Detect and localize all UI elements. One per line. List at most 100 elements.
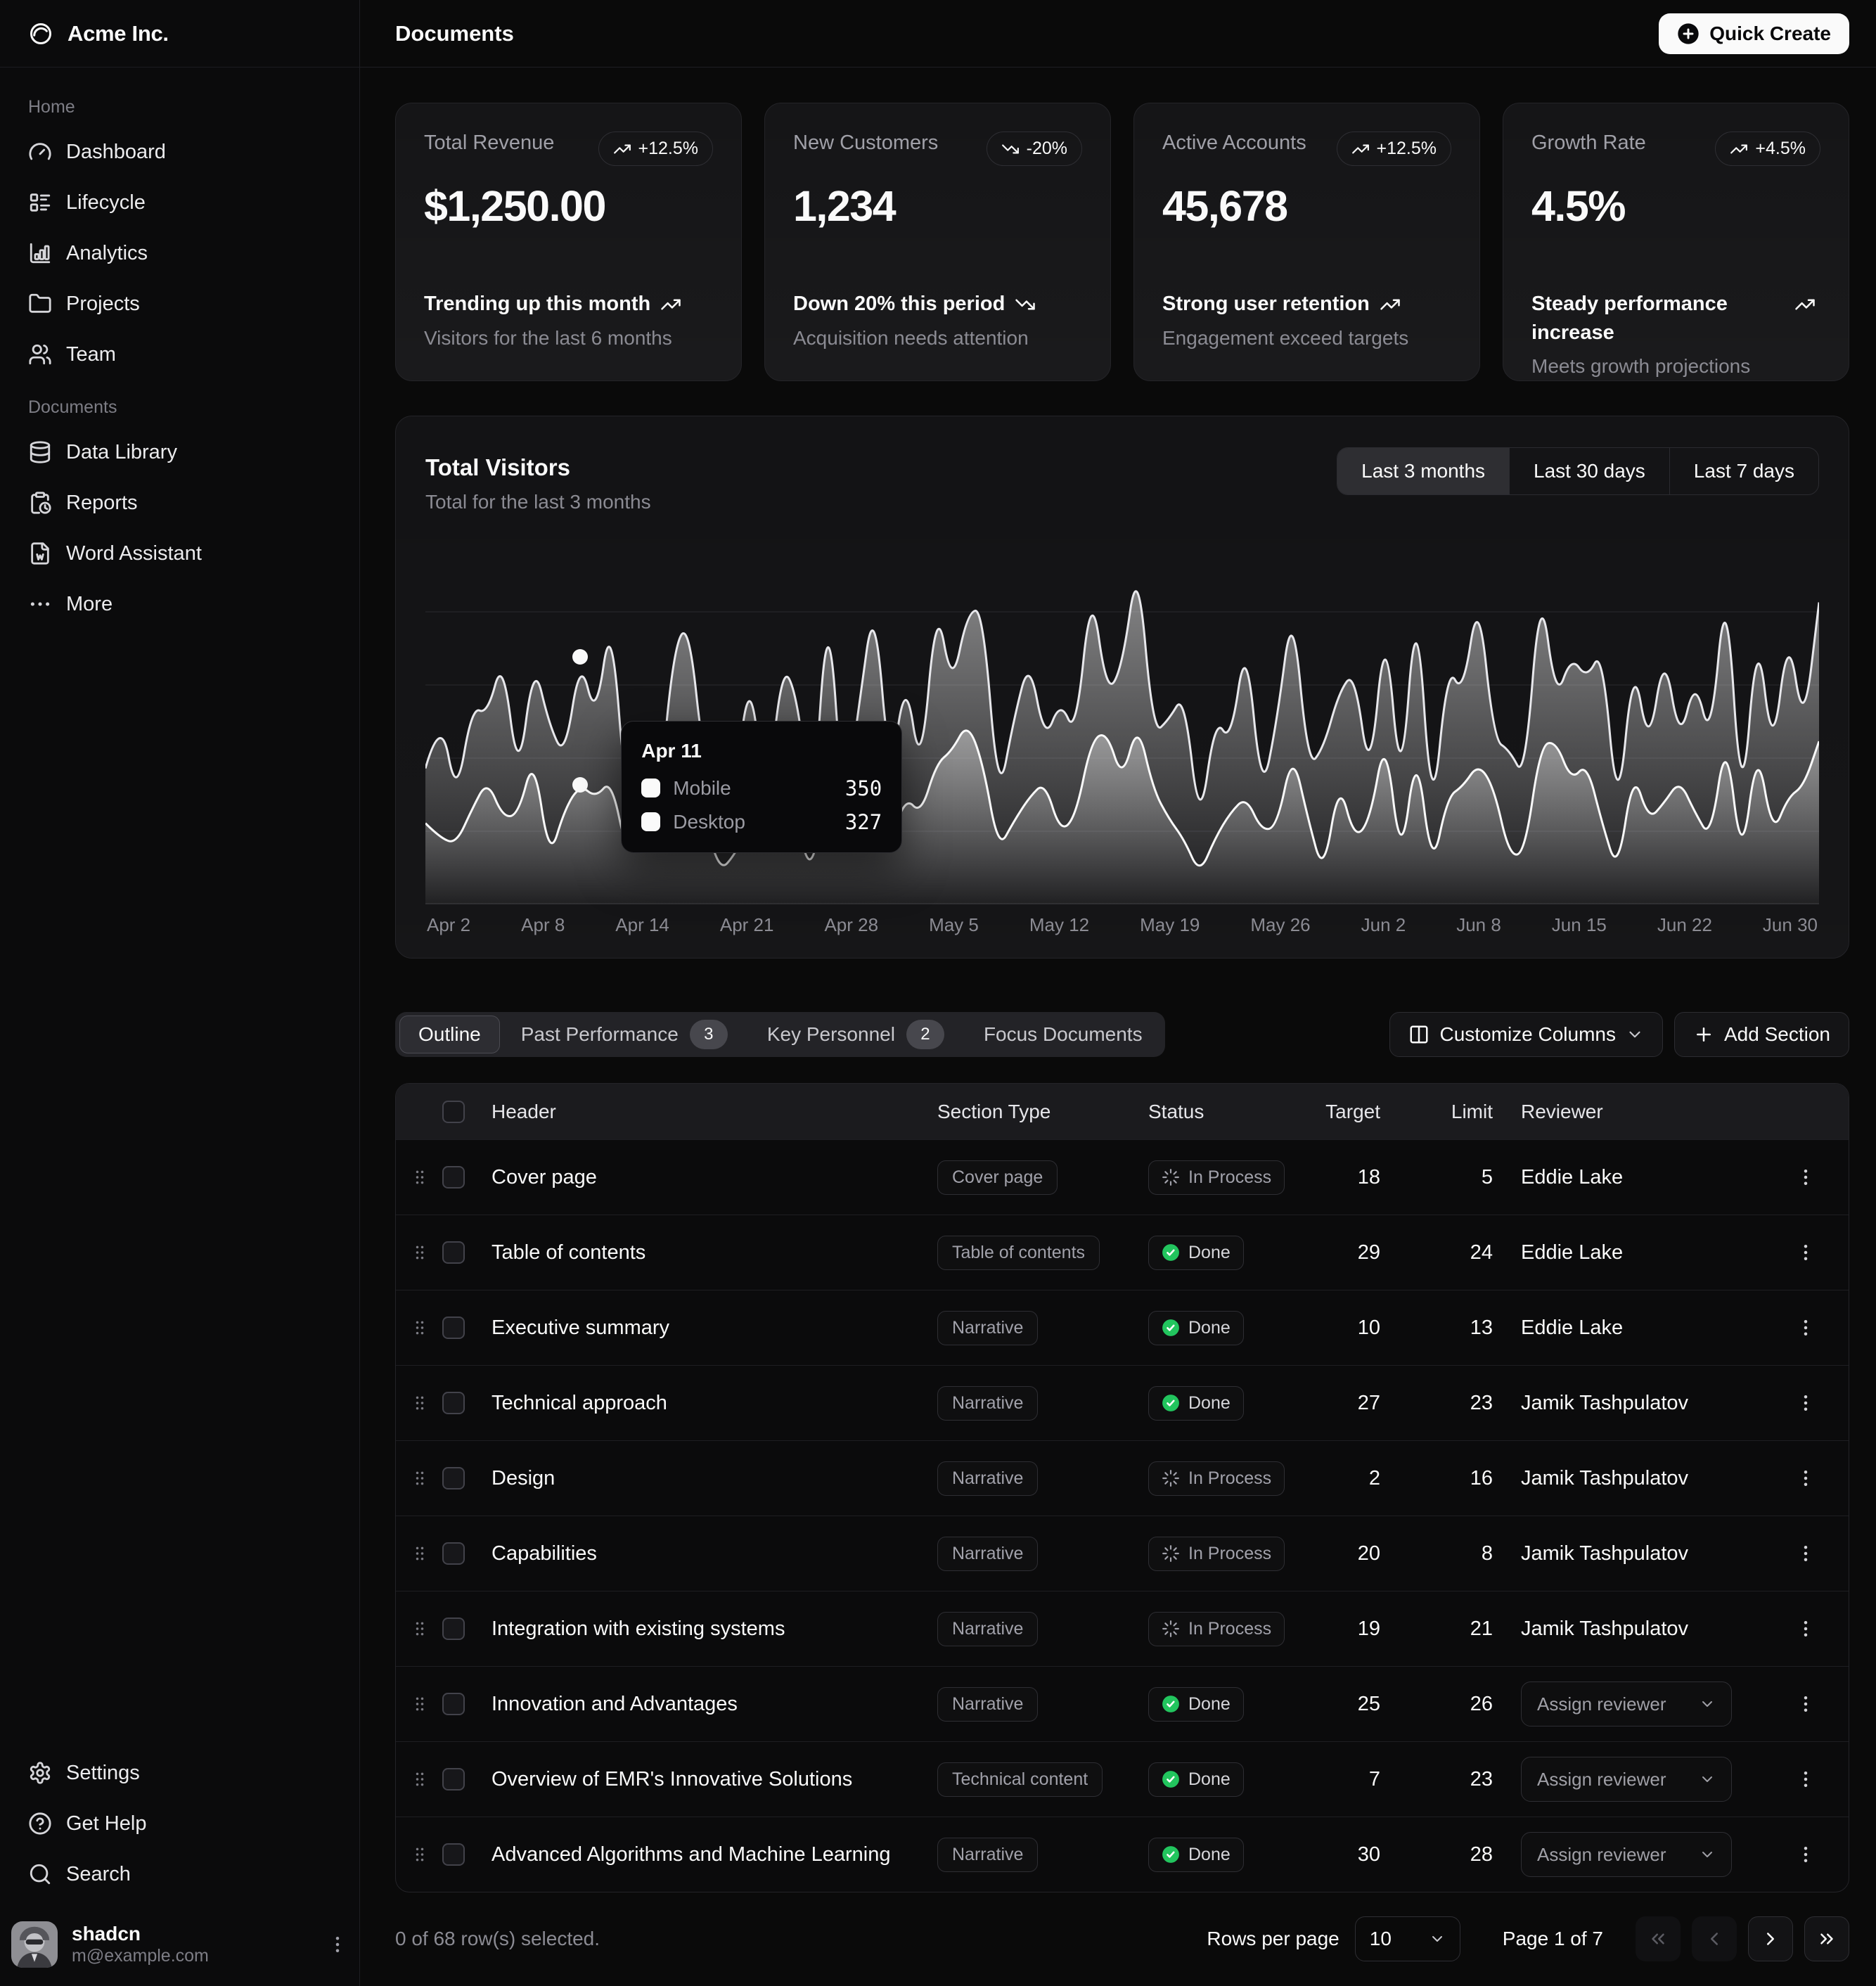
last-page-button[interactable] bbox=[1804, 1916, 1849, 1961]
sidebar-item-analytics[interactable]: Analytics bbox=[17, 230, 342, 276]
drag-handle-icon[interactable] bbox=[410, 1393, 430, 1413]
status-badge: Done bbox=[1148, 1838, 1244, 1872]
next-page-button[interactable] bbox=[1748, 1916, 1793, 1961]
row-header[interactable]: Innovation and Advantages bbox=[492, 1693, 738, 1716]
chevron-down-icon bbox=[1699, 1771, 1716, 1788]
status-badge: In Process bbox=[1148, 1612, 1285, 1646]
select-all-checkbox[interactable] bbox=[442, 1101, 465, 1123]
row-checkbox[interactable] bbox=[442, 1693, 465, 1715]
trend-badge: +4.5% bbox=[1715, 132, 1820, 166]
row-actions-kebab-icon[interactable] bbox=[1795, 1618, 1816, 1639]
row-actions-kebab-icon[interactable] bbox=[1795, 1167, 1816, 1188]
x-tick-label: Jun 2 bbox=[1361, 914, 1406, 936]
range-option-last-30-days[interactable]: Last 30 days bbox=[1509, 448, 1669, 494]
row-header[interactable]: Overview of EMR's Innovative Solutions bbox=[492, 1768, 852, 1791]
row-checkbox[interactable] bbox=[442, 1316, 465, 1339]
previous-page-button[interactable] bbox=[1692, 1916, 1737, 1961]
chart-plot-area[interactable]: Apr 11 Mobile350Desktop327 bbox=[425, 539, 1819, 904]
row-header[interactable]: Table of contents bbox=[492, 1241, 645, 1264]
row-limit: 5 bbox=[1408, 1166, 1521, 1189]
range-option-last-7-days[interactable]: Last 7 days bbox=[1669, 448, 1818, 494]
row-header[interactable]: Design bbox=[492, 1467, 555, 1490]
trend-down-icon bbox=[1001, 140, 1020, 158]
row-checkbox[interactable] bbox=[442, 1542, 465, 1565]
assign-reviewer-select[interactable]: Assign reviewer bbox=[1521, 1681, 1732, 1726]
stat-card-total-revenue: Total Revenue+12.5%$1,250.00Trending up … bbox=[395, 103, 742, 381]
range-option-last-3-months[interactable]: Last 3 months bbox=[1337, 448, 1509, 494]
stat-card-value: 4.5% bbox=[1531, 181, 1820, 231]
sidebar-item-get-help[interactable]: Get Help bbox=[17, 1800, 342, 1847]
more-dots-icon bbox=[28, 592, 52, 616]
customize-columns-button[interactable]: Customize Columns bbox=[1389, 1012, 1663, 1057]
drag-handle-icon[interactable] bbox=[410, 1845, 430, 1864]
sidebar-item-word-assistant[interactable]: Word Assistant bbox=[17, 530, 342, 577]
row-actions-kebab-icon[interactable] bbox=[1795, 1242, 1816, 1263]
row-target: 20 bbox=[1324, 1542, 1408, 1565]
row-checkbox[interactable] bbox=[442, 1166, 465, 1189]
drag-handle-icon[interactable] bbox=[410, 1468, 430, 1488]
tab-key-personnel[interactable]: Key Personnel2 bbox=[749, 1016, 963, 1053]
drag-handle-icon[interactable] bbox=[410, 1167, 430, 1187]
quick-create-button[interactable]: Quick Create bbox=[1659, 13, 1849, 54]
row-header[interactable]: Cover page bbox=[492, 1166, 597, 1189]
row-header[interactable]: Integration with existing systems bbox=[492, 1617, 785, 1641]
tab-past-performance[interactable]: Past Performance3 bbox=[503, 1016, 746, 1053]
row-checkbox[interactable] bbox=[442, 1467, 465, 1490]
row-checkbox[interactable] bbox=[442, 1392, 465, 1414]
user-menu[interactable]: shadcn m@example.com bbox=[0, 1909, 359, 1986]
drag-handle-icon[interactable] bbox=[410, 1694, 430, 1714]
sidebar-item-label: Analytics bbox=[66, 242, 148, 265]
row-actions-kebab-icon[interactable] bbox=[1795, 1844, 1816, 1865]
assign-reviewer-select[interactable]: Assign reviewer bbox=[1521, 1832, 1732, 1877]
sidebar-item-lifecycle[interactable]: Lifecycle bbox=[17, 179, 342, 226]
sidebar-item-settings[interactable]: Settings bbox=[17, 1750, 342, 1796]
row-actions-kebab-icon[interactable] bbox=[1795, 1392, 1816, 1414]
x-tick-label: May 19 bbox=[1140, 914, 1200, 936]
assign-reviewer-select[interactable]: Assign reviewer bbox=[1521, 1757, 1732, 1802]
app-root: Acme Inc. HomeDashboardLifecycleAnalytic… bbox=[0, 0, 1876, 1986]
row-actions-kebab-icon[interactable] bbox=[1795, 1317, 1816, 1338]
row-checkbox[interactable] bbox=[442, 1768, 465, 1790]
status-badge: In Process bbox=[1148, 1160, 1285, 1195]
check-circle-icon bbox=[1162, 1845, 1180, 1864]
row-actions-kebab-icon[interactable] bbox=[1795, 1769, 1816, 1790]
drag-handle-icon[interactable] bbox=[410, 1544, 430, 1563]
chart-x-axis: Apr 2Apr 8Apr 14Apr 21Apr 28May 5May 12M… bbox=[425, 914, 1819, 936]
trend-up-icon bbox=[1380, 294, 1401, 315]
sidebar-item-more[interactable]: More bbox=[17, 581, 342, 627]
table-row: Cover pageCover pageIn Process185Eddie L… bbox=[396, 1139, 1849, 1215]
row-header[interactable]: Executive summary bbox=[492, 1316, 669, 1340]
x-tick-label: Apr 21 bbox=[720, 914, 774, 936]
sidebar-item-reports[interactable]: Reports bbox=[17, 480, 342, 526]
row-checkbox[interactable] bbox=[442, 1241, 465, 1264]
sidebar-item-projects[interactable]: Projects bbox=[17, 281, 342, 327]
drag-handle-icon[interactable] bbox=[410, 1619, 430, 1639]
add-section-button[interactable]: Add Section bbox=[1674, 1012, 1849, 1057]
sidebar-item-label: Projects bbox=[66, 293, 140, 316]
row-actions-kebab-icon[interactable] bbox=[1795, 1543, 1816, 1564]
drag-handle-icon[interactable] bbox=[410, 1243, 430, 1262]
row-actions-kebab-icon[interactable] bbox=[1795, 1468, 1816, 1489]
user-menu-kebab-icon[interactable] bbox=[327, 1934, 348, 1955]
table-row: Executive summaryNarrativeDone1013Eddie … bbox=[396, 1290, 1849, 1365]
row-header[interactable]: Capabilities bbox=[492, 1542, 597, 1565]
tab-focus-documents[interactable]: Focus Documents bbox=[965, 1016, 1161, 1053]
sidebar-item-data-library[interactable]: Data Library bbox=[17, 429, 342, 475]
drag-handle-icon[interactable] bbox=[410, 1318, 430, 1338]
rows-per-page-select[interactable]: 10 bbox=[1355, 1916, 1460, 1961]
row-header[interactable]: Advanced Algorithms and Machine Learning bbox=[492, 1843, 890, 1866]
loader-icon bbox=[1162, 1544, 1180, 1563]
drag-handle-icon[interactable] bbox=[410, 1769, 430, 1789]
tab-outline[interactable]: Outline bbox=[399, 1016, 500, 1053]
sidebar-item-dashboard[interactable]: Dashboard bbox=[17, 129, 342, 175]
row-checkbox[interactable] bbox=[442, 1617, 465, 1640]
sidebar-item-search[interactable]: Search bbox=[17, 1851, 342, 1897]
sidebar-item-team[interactable]: Team bbox=[17, 331, 342, 378]
status-badge: Done bbox=[1148, 1236, 1244, 1270]
row-actions-kebab-icon[interactable] bbox=[1795, 1693, 1816, 1715]
first-page-button[interactable] bbox=[1636, 1916, 1681, 1961]
row-checkbox[interactable] bbox=[442, 1843, 465, 1866]
sidebar-footer-nav: SettingsGet HelpSearch bbox=[0, 1750, 359, 1909]
row-header[interactable]: Technical approach bbox=[492, 1392, 667, 1415]
sidebar-header[interactable]: Acme Inc. bbox=[0, 0, 359, 68]
